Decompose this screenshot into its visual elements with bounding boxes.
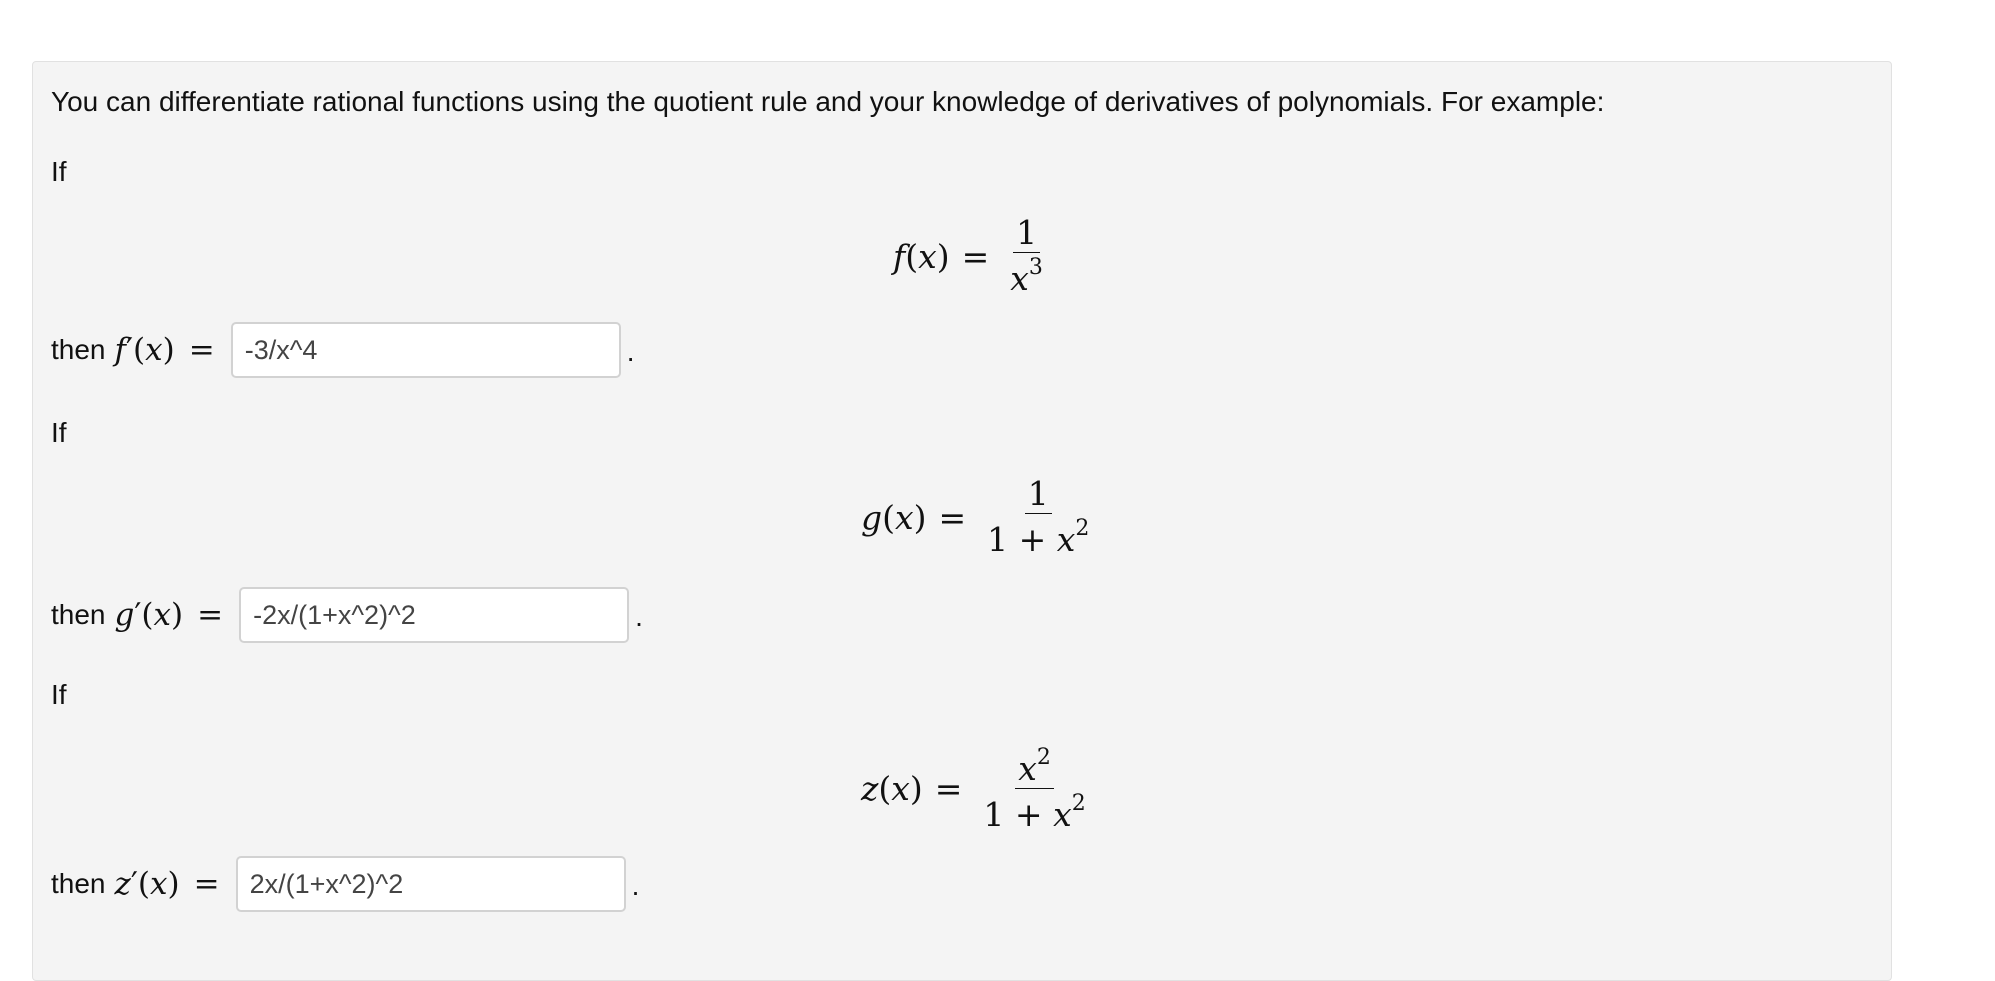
if-label-3: If bbox=[51, 679, 67, 710]
fraction-f: 1 x3 bbox=[1003, 214, 1050, 298]
equals-sign: = bbox=[934, 769, 963, 808]
equals-sign: = bbox=[197, 597, 224, 633]
fraction-g-numerator: 1 bbox=[1024, 475, 1052, 514]
derivative-g-label: g′(x) bbox=[114, 597, 184, 633]
equals-sign: = bbox=[188, 332, 215, 368]
fraction-g-denominator: 1 + x2 bbox=[987, 516, 1090, 559]
intro-text: You can differentiate rational functions… bbox=[51, 86, 1605, 117]
answer-input-f[interactable] bbox=[230, 322, 621, 378]
answer-row-f: then f′(x) = . bbox=[51, 322, 635, 378]
period: . bbox=[635, 601, 643, 632]
equation-f-lhs: f(x) bbox=[893, 236, 950, 276]
then-label: then bbox=[51, 868, 106, 899]
fraction-z-numerator: x2 bbox=[1015, 743, 1054, 789]
then-label: then bbox=[51, 599, 106, 630]
then-label: then bbox=[51, 334, 106, 365]
if-label-1: If bbox=[51, 156, 67, 187]
equation-g: g(x) = 1 1 + x2 bbox=[861, 475, 1096, 559]
answer-input-g[interactable] bbox=[239, 587, 630, 643]
answer-row-g: then g′(x) = . bbox=[51, 587, 643, 643]
equals-sign: = bbox=[938, 497, 967, 537]
derivative-z-label: z′(x) bbox=[114, 866, 180, 902]
fraction-z-denominator: 1 + x2 bbox=[983, 791, 1086, 834]
period: . bbox=[631, 870, 640, 901]
answer-row-z: then z′(x) = . bbox=[51, 856, 639, 912]
fraction-f-denominator: x3 bbox=[1010, 255, 1043, 298]
if-label-2: If bbox=[51, 417, 67, 448]
equation-g-lhs: g(x) bbox=[861, 497, 927, 537]
fraction-f-numerator: 1 bbox=[1013, 214, 1041, 253]
equation-f: f(x) = 1 x3 bbox=[893, 214, 1050, 298]
equation-z-lhs: z(x) bbox=[861, 769, 923, 808]
equation-z: z(x) = x2 1 + x2 bbox=[861, 743, 1093, 834]
period: . bbox=[626, 336, 635, 367]
answer-input-z[interactable] bbox=[235, 856, 626, 912]
derivative-f-label: f′(x) bbox=[114, 332, 175, 368]
equals-sign: = bbox=[961, 236, 990, 276]
fraction-z: x2 1 + x2 bbox=[976, 743, 1092, 834]
equals-sign: = bbox=[193, 866, 220, 902]
fraction-g: 1 1 + x2 bbox=[980, 475, 1096, 559]
